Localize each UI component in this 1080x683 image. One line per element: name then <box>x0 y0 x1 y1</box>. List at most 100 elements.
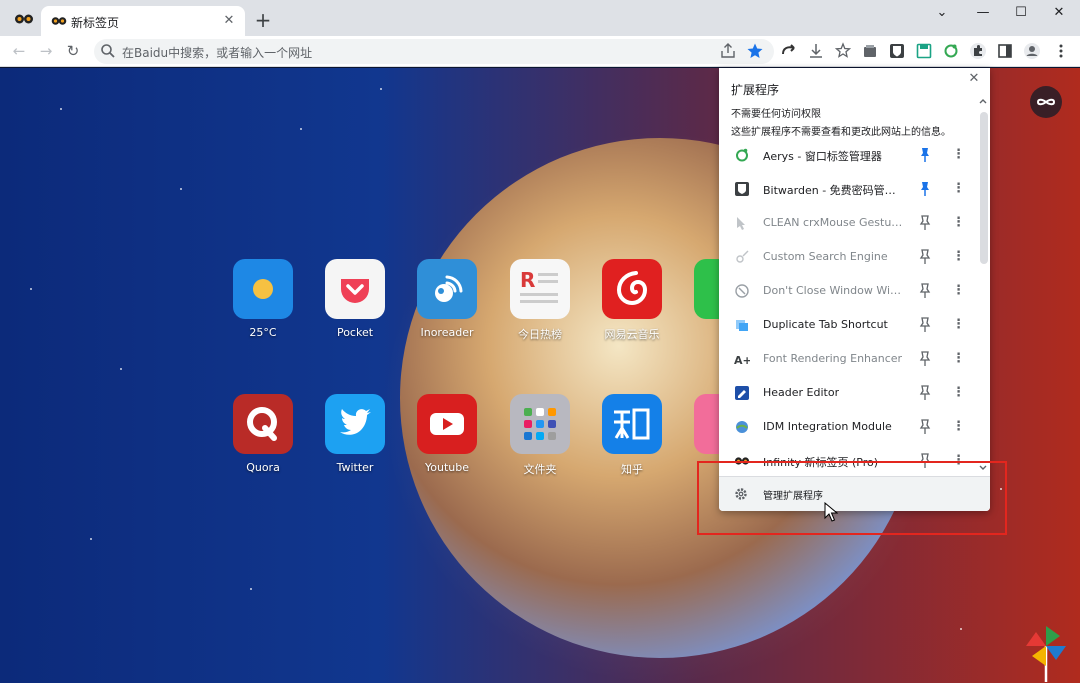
maximize-button[interactable]: ☐ <box>1004 4 1038 22</box>
star <box>380 88 382 90</box>
zhihu-icon <box>602 394 662 454</box>
crxmouse-icon <box>737 217 745 230</box>
send-icon[interactable] <box>780 42 798 60</box>
search-icon <box>101 44 115 58</box>
more-options-icon[interactable]: ⋮ <box>952 316 965 334</box>
bookmark-star-icon[interactable] <box>746 42 764 60</box>
app-rebang[interactable]: R 今日热榜 <box>500 259 580 342</box>
pin-icon[interactable] <box>918 147 932 163</box>
infinity-logo-icon[interactable] <box>14 12 34 26</box>
extension-row-duplicate-tab[interactable]: Duplicate Tab Shortcut ⋮ <box>719 308 979 342</box>
tab-strip: 新标签页 ✕ + ⌄ — ☐ ✕ <box>0 0 1080 36</box>
tab-title: 新标签页 <box>71 16 120 30</box>
more-options-icon[interactable]: ⋮ <box>952 418 965 436</box>
aerys-icon[interactable] <box>942 42 960 60</box>
close-window-button[interactable]: ✕ <box>1042 4 1076 22</box>
save-icon[interactable] <box>915 42 933 60</box>
more-options-icon[interactable]: ⋮ <box>952 146 965 164</box>
rebang-icon: R <box>510 259 570 319</box>
download-icon[interactable] <box>807 42 825 60</box>
forward-button[interactable]: → <box>36 41 56 61</box>
back-button[interactable]: ← <box>9 41 29 61</box>
bitwarden-icon[interactable] <box>888 42 906 60</box>
app-inoreader[interactable]: Inoreader <box>407 259 487 339</box>
pin-icon[interactable] <box>918 351 932 367</box>
app-label: 今日热榜 <box>518 328 562 341</box>
scroll-up-icon[interactable] <box>979 98 987 104</box>
extension-row-crxmouse[interactable]: CLEAN crxMouse Gestures ⋮ <box>719 206 979 240</box>
pin-icon[interactable] <box>918 385 932 401</box>
share-icon[interactable] <box>719 42 737 60</box>
extension-box-icon[interactable] <box>861 42 879 60</box>
more-options-icon[interactable]: ⋮ <box>952 384 965 402</box>
minimize-button[interactable]: — <box>966 4 1000 22</box>
extension-row-header-editor[interactable]: Header Editor ⋮ <box>719 376 979 410</box>
app-label: Pocket <box>336 326 374 339</box>
pin-icon[interactable] <box>918 215 932 231</box>
extension-row-aerys[interactable]: Aerys - 窗口标签管理器 ⋮ <box>719 138 979 172</box>
app-weather[interactable]: 25°C <box>223 259 303 339</box>
star <box>90 538 92 540</box>
app-twitter[interactable]: Twitter <box>315 394 395 474</box>
star <box>300 128 302 130</box>
extensions-popup-title: 扩展程序 <box>731 83 780 97</box>
infinity-settings-icon[interactable] <box>1030 86 1062 118</box>
app-label: 25°C <box>249 326 277 339</box>
extension-name: Aerys - 窗口标签管理器 <box>763 150 882 163</box>
extension-row-idm[interactable]: IDM Integration Module ⋮ <box>719 410 979 444</box>
inoreader-icon <box>417 259 477 319</box>
pin-icon[interactable] <box>918 317 932 333</box>
more-options-icon[interactable]: ⋮ <box>952 214 965 232</box>
pin-icon[interactable] <box>918 181 932 197</box>
extension-name: Don't Close Window With... <box>763 284 903 297</box>
star <box>180 188 182 190</box>
toolbar: ← → ↻ 在Baidu中搜索，或者输入一个网址 <box>0 36 1080 67</box>
star <box>120 368 122 370</box>
app-folder[interactable]: 文件夹 <box>500 394 580 477</box>
app-label: 网易云音乐 <box>604 328 660 341</box>
new-tab-button[interactable]: + <box>252 10 274 32</box>
more-options-icon[interactable]: ⋮ <box>952 282 965 300</box>
idm-icon <box>736 421 748 433</box>
tab-close-icon[interactable]: ✕ <box>221 13 237 29</box>
reload-button[interactable]: ↻ <box>63 41 83 61</box>
profile-icon[interactable] <box>1023 42 1041 60</box>
scrollbar-thumb[interactable] <box>980 112 988 264</box>
sidebar-icon[interactable] <box>996 42 1014 60</box>
app-pocket[interactable]: Pocket <box>315 259 395 339</box>
extension-row-bitwarden[interactable]: Bitwarden - 免费密码管理器 ⋮ <box>719 172 979 206</box>
header-editor-icon <box>735 386 749 400</box>
omnibox[interactable]: 在Baidu中搜索，或者输入一个网址 <box>94 39 774 64</box>
extension-name: Font Rendering Enhancer <box>763 352 903 365</box>
more-options-icon[interactable]: ⋮ <box>952 248 965 266</box>
close-icon[interactable]: ✕ <box>966 71 982 87</box>
highlight-box <box>697 461 1007 535</box>
pin-icon[interactable] <box>918 249 932 265</box>
app-netease-music[interactable]: 网易云音乐 <box>592 259 672 342</box>
menu-icon[interactable] <box>1052 42 1070 60</box>
extension-name: IDM Integration Module <box>763 420 892 433</box>
app-label: Quora <box>246 461 280 474</box>
star-list-icon[interactable] <box>834 42 852 60</box>
extension-row-custom-search-engine[interactable]: Custom Search Engine ⋮ <box>719 240 979 274</box>
more-options-icon[interactable]: ⋮ <box>952 180 965 198</box>
youtube-icon <box>417 394 477 454</box>
font-enhancer-icon: A+ <box>734 354 750 367</box>
star <box>30 288 32 290</box>
extension-row-font-rendering[interactable]: A+ Font Rendering Enhancer ⋮ <box>719 342 979 376</box>
pin-icon[interactable] <box>918 283 932 299</box>
app-quora[interactable]: Quora <box>223 394 303 474</box>
extension-row-dont-close-window[interactable]: Don't Close Window With... ⋮ <box>719 274 979 308</box>
star <box>60 108 62 110</box>
tab-new-tab[interactable]: 新标签页 ✕ <box>41 6 245 36</box>
app-youtube[interactable]: Youtube <box>407 394 487 474</box>
app-label: 知乎 <box>621 463 643 476</box>
svg-text:R: R <box>520 268 535 292</box>
app-zhihu[interactable]: 知乎 <box>592 394 672 477</box>
tab-search-icon[interactable]: ⌄ <box>925 4 959 22</box>
pin-icon[interactable] <box>918 419 932 435</box>
mouse-cursor-icon <box>824 502 838 522</box>
extension-name: Bitwarden - 免费密码管理器 <box>763 184 903 197</box>
more-options-icon[interactable]: ⋮ <box>952 350 965 368</box>
puzzle-icon[interactable] <box>969 42 987 60</box>
